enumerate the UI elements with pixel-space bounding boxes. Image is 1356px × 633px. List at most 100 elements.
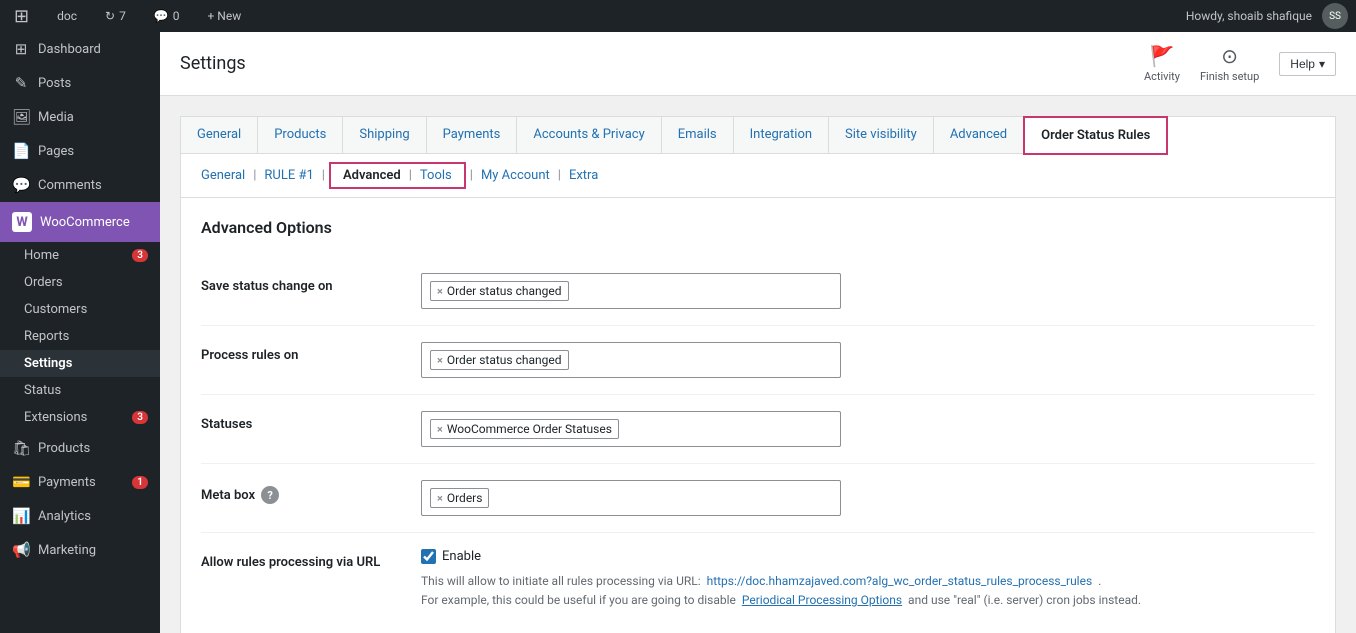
sidebar-item-customers[interactable]: Customers: [0, 296, 160, 323]
user-greeting: Howdy, shoaib shafique SS: [1186, 3, 1348, 29]
sidebar-item-comments[interactable]: 💬 Comments: [0, 168, 160, 202]
separator-3: |: [409, 168, 412, 183]
help-label: Help: [1290, 57, 1315, 71]
tag-input-statuses[interactable]: × WooCommerce Order Statuses: [421, 411, 841, 447]
subtab-advanced[interactable]: Advanced: [339, 166, 405, 185]
sidebar-item-payments[interactable]: 💳 Payments 1: [0, 465, 160, 499]
subtab-myaccount[interactable]: My Account: [477, 166, 554, 185]
sidebar-label-orders: Orders: [24, 275, 63, 290]
activity-action[interactable]: 🚩 Activity: [1144, 44, 1180, 83]
sidebar-item-dashboard[interactable]: ⊞ Dashboard: [0, 32, 160, 66]
tab-integration[interactable]: Integration: [734, 117, 829, 154]
tag-order-status-changed-2: × Order status changed: [430, 350, 569, 370]
subtab-rule1[interactable]: RULE #1: [260, 166, 317, 185]
sidebar-item-settings[interactable]: Settings: [0, 350, 160, 377]
tag-label-1: Order status changed: [447, 284, 562, 298]
payments-icon: 💳: [12, 473, 30, 491]
activity-label: Activity: [1144, 70, 1180, 83]
sidebar-label-status: Status: [24, 383, 61, 398]
label-allow-rules: Allow rules processing via URL: [201, 549, 421, 570]
sidebar-item-posts[interactable]: ✎ Posts: [0, 66, 160, 100]
finish-setup-action[interactable]: ⊙ Finish setup: [1200, 44, 1259, 83]
tab-products[interactable]: Products: [258, 117, 343, 154]
products-icon: 🛍: [12, 439, 30, 457]
tab-general[interactable]: General: [181, 117, 258, 154]
sidebar: ⊞ Dashboard ✎ Posts 🖼 Media 📄 Pages 💬 Co…: [0, 32, 160, 633]
subtab-extra[interactable]: Extra: [565, 166, 602, 185]
sidebar-item-pages[interactable]: 📄 Pages: [0, 134, 160, 168]
updates-item[interactable]: ↻ 7: [99, 0, 132, 32]
tag-input-save-status[interactable]: × Order status changed: [421, 273, 841, 309]
tag-remove-2[interactable]: ×: [437, 354, 443, 367]
sidebar-item-analytics[interactable]: 📊 Analytics: [0, 499, 160, 533]
site-name[interactable]: doc: [51, 0, 83, 32]
tag-remove-3[interactable]: ×: [437, 423, 443, 436]
finish-setup-icon: ⊙: [1221, 44, 1238, 68]
setting-row-statuses: Statuses × WooCommerce Order Statuses: [201, 395, 1315, 464]
payments-badge: 1: [132, 476, 148, 489]
posts-icon: ✎: [12, 74, 30, 92]
sidebar-item-woocommerce[interactable]: W WooCommerce: [0, 202, 160, 242]
info-text-3: and use "real" (i.e. server) cron jobs i…: [905, 593, 1141, 607]
tab-accounts-privacy[interactable]: Accounts & Privacy: [517, 117, 661, 154]
periodical-processing-link[interactable]: Periodical Processing Options: [742, 593, 902, 607]
tab-shipping[interactable]: Shipping: [343, 117, 426, 154]
info-url[interactable]: https://doc.hhamzajaved.com?alg_wc_order…: [707, 574, 1093, 588]
label-statuses: Statuses: [201, 411, 421, 432]
sidebar-label-analytics: Analytics: [38, 509, 91, 524]
enable-label: Enable: [442, 549, 481, 564]
info-text-1: This will allow to initiate all rules pr…: [421, 574, 704, 588]
sidebar-item-products[interactable]: 🛍 Products: [0, 431, 160, 465]
tab-site-visibility[interactable]: Site visibility: [829, 117, 934, 154]
help-button[interactable]: Help ▾: [1279, 52, 1336, 76]
sidebar-label-woocommerce: WooCommerce: [40, 215, 130, 230]
sidebar-item-extensions[interactable]: Extensions 3: [0, 404, 160, 431]
comments-icon: 💬: [12, 176, 30, 194]
subtab-general[interactable]: General: [197, 166, 249, 185]
separator-2: |: [322, 168, 325, 183]
tag-input-meta-box[interactable]: × Orders: [421, 480, 841, 516]
extensions-badge: 3: [132, 411, 148, 424]
comments-item[interactable]: 💬 0: [148, 0, 186, 32]
new-item[interactable]: + New: [202, 0, 248, 32]
main-content: Settings 🚩 Activity ⊙ Finish setup Help …: [160, 32, 1356, 633]
tab-order-status-rules[interactable]: Order Status Rules: [1023, 116, 1168, 155]
tab-emails[interactable]: Emails: [662, 117, 734, 154]
pages-icon: 📄: [12, 142, 30, 160]
sidebar-item-orders[interactable]: Orders: [0, 269, 160, 296]
top-bar-actions: 🚩 Activity ⊙ Finish setup Help ▾: [1144, 44, 1336, 83]
enable-checkbox[interactable]: [421, 549, 436, 564]
sidebar-item-media[interactable]: 🖼 Media: [0, 100, 160, 134]
subtab-tools[interactable]: Tools: [416, 166, 456, 185]
sidebar-item-home[interactable]: Home 3: [0, 242, 160, 269]
enable-checkbox-label[interactable]: Enable: [421, 549, 1315, 564]
sidebar-label-pages: Pages: [38, 144, 74, 159]
wp-logo[interactable]: ⊞: [8, 0, 35, 32]
tag-order-status-changed-1: × Order status changed: [430, 281, 569, 301]
tag-remove-1[interactable]: ×: [437, 285, 443, 298]
top-bar: Settings 🚩 Activity ⊙ Finish setup Help …: [160, 32, 1356, 96]
tab-payments[interactable]: Payments: [427, 117, 518, 154]
info-text-2: For example, this could be useful if you…: [421, 593, 739, 607]
setting-row-meta-box: Meta box ? × Orders: [201, 464, 1315, 533]
separator-4: |: [470, 168, 473, 183]
setting-row-process-rules: Process rules on × Order status changed: [201, 326, 1315, 395]
sidebar-item-marketing[interactable]: 📢 Marketing: [0, 533, 160, 567]
sidebar-item-status[interactable]: Status: [0, 377, 160, 404]
sidebar-label-dashboard: Dashboard: [38, 42, 101, 57]
tag-orders: × Orders: [430, 488, 489, 508]
tag-remove-4[interactable]: ×: [437, 492, 443, 505]
sidebar-label-media: Media: [38, 110, 74, 125]
analytics-icon: 📊: [12, 507, 30, 525]
meta-box-help-icon[interactable]: ?: [261, 486, 279, 504]
marketing-icon: 📢: [12, 541, 30, 559]
settings-panel: Advanced Options Save status change on ×…: [180, 198, 1336, 633]
control-meta-box: × Orders: [421, 480, 1315, 516]
sidebar-item-reports[interactable]: Reports: [0, 323, 160, 350]
setting-row-allow-rules: Allow rules processing via URL Enable Th…: [201, 533, 1315, 626]
tag-woo-order-statuses: × WooCommerce Order Statuses: [430, 419, 619, 439]
sidebar-label-payments: Payments: [38, 475, 96, 490]
label-save-status: Save status change on: [201, 273, 421, 294]
tag-input-process-rules[interactable]: × Order status changed: [421, 342, 841, 378]
tab-advanced[interactable]: Advanced: [934, 117, 1024, 154]
